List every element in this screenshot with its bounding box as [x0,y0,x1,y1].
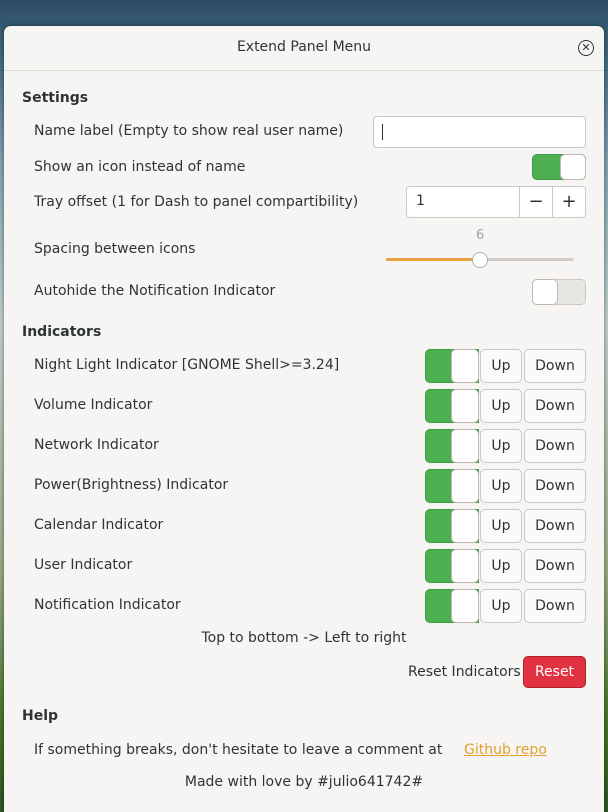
indicator-switch[interactable] [425,509,479,543]
settings-heading: Settings [22,90,89,106]
switch-knob [451,349,479,383]
decrement-button[interactable]: − [519,186,553,218]
window-title: Extend Panel Menu [236,39,372,55]
indicator-down-button[interactable]: Down [524,389,586,423]
increment-button[interactable]: + [552,186,586,218]
indicator-up-button[interactable]: Up [480,509,522,543]
indicator-down-button[interactable]: Down [524,349,586,383]
indicator-switch[interactable] [425,349,479,383]
name-label-input[interactable] [373,116,586,148]
switch-knob [451,549,479,583]
indicator-label: Notification Indicator [34,597,181,613]
indicator-label: Calendar Indicator [34,517,164,533]
spacing-label: Spacing between icons [34,241,196,257]
switch-knob [451,509,479,543]
indicator-switch[interactable] [425,589,479,623]
switch-knob [451,429,479,463]
autohide-switch[interactable] [532,279,586,305]
indicator-up-button[interactable]: Up [480,589,522,623]
tray-offset-input[interactable]: 1 [406,186,520,218]
indicator-label: Volume Indicator [34,397,153,413]
show-icon-label: Show an icon instead of name [34,159,246,175]
indicator-label: Night Light Indicator [GNOME Shell>=3.24… [34,357,340,373]
autohide-label: Autohide the Notification Indicator [34,283,276,299]
text-cursor [382,124,383,140]
order-hint: Top to bottom -> Left to right [201,630,407,646]
indicator-label: Network Indicator [34,437,159,453]
indicator-switch[interactable] [425,549,479,583]
spacing-slider-fill [386,258,480,261]
github-repo-link[interactable]: Github repo [464,742,547,758]
indicator-label: User Indicator [34,557,133,573]
indicator-up-button[interactable]: Up [480,389,522,423]
indicator-down-button[interactable]: Down [524,429,586,463]
footer-credit: Made with love by #julio641742# [184,774,424,790]
indicator-switch[interactable] [425,429,479,463]
indicator-down-button[interactable]: Down [524,469,586,503]
indicator-switch[interactable] [425,389,479,423]
help-heading: Help [22,708,59,724]
reset-button[interactable]: Reset [523,656,586,688]
switch-knob [451,469,479,503]
spacing-value: 6 [476,228,485,243]
close-icon[interactable]: ✕ [578,40,594,56]
show-icon-switch[interactable] [532,154,586,180]
tray-offset-label: Tray offset (1 for Dash to panel compart… [34,194,359,210]
indicator-up-button[interactable]: Up [480,349,522,383]
title-bar: Extend Panel Menu ✕ [4,26,604,71]
spacing-slider-handle[interactable] [472,252,488,268]
reset-indicators-label: Reset Indicators [408,664,521,680]
switch-knob [451,589,479,623]
help-text: If something breaks, don't hesitate to l… [34,742,443,758]
indicator-switch[interactable] [425,469,479,503]
indicator-down-button[interactable]: Down [524,509,586,543]
indicator-down-button[interactable]: Down [524,589,586,623]
preferences-window: Extend Panel Menu ✕ Settings Name label … [4,26,604,812]
switch-knob [560,154,586,180]
indicator-up-button[interactable]: Up [480,469,522,503]
indicator-up-button[interactable]: Up [480,549,522,583]
switch-knob [532,279,558,305]
name-label-text: Name label (Empty to show real user name… [34,123,344,139]
indicator-label: Power(Brightness) Indicator [34,477,229,493]
indicator-down-button[interactable]: Down [524,549,586,583]
indicators-heading: Indicators [22,324,102,340]
indicator-up-button[interactable]: Up [480,429,522,463]
switch-knob [451,389,479,423]
